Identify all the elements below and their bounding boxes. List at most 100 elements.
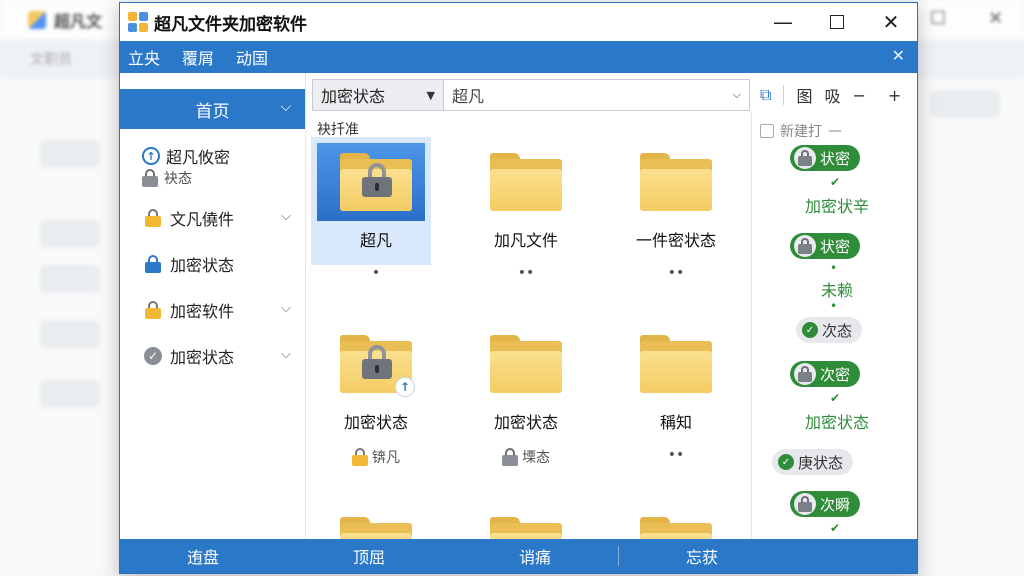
sidebar-item-label: 文凡僥件 (170, 210, 235, 229)
zoom-out-icon[interactable]: − (852, 86, 865, 105)
status-pill-5[interactable]: 次瞬 (790, 491, 861, 517)
sidebar-item-label: 加密状态 (170, 348, 235, 367)
folder-icon (490, 335, 562, 393)
dash-icon: — (828, 123, 842, 139)
toolbar-icon-0[interactable]: 图 (796, 83, 812, 107)
maximize-button[interactable] (811, 3, 863, 41)
background-menu-label: 文职员 (30, 52, 72, 68)
sidebar-item-home[interactable]: 首页 ⌵ (120, 89, 305, 129)
status-pill-0[interactable]: 状密 (790, 145, 861, 171)
file-name: 加凡文件 (493, 231, 558, 250)
layout-icon[interactable]: ⧉ (760, 85, 771, 105)
file-tile-3[interactable]: ↑ 加密状态 锛凡 (317, 325, 435, 467)
titlebar: 超凡文件夹加密软件 — ✕ (120, 3, 917, 41)
folder-icon (340, 517, 412, 539)
file-tile-0[interactable]: 超凡 • (311, 137, 435, 281)
background-row (40, 140, 100, 168)
path-dropdown[interactable]: 超凡 ⌵ (444, 79, 750, 111)
files-section-label: 袂扦准 (317, 122, 359, 138)
status-pill-label: 状密 (820, 149, 851, 168)
caret-down-icon: ▼ (426, 88, 435, 102)
upload-circle-icon: ↑ (142, 147, 160, 165)
file-meta: •• (667, 265, 685, 281)
lock-icon (798, 366, 812, 382)
close-button[interactable]: ✕ (865, 3, 917, 41)
background-row (40, 220, 100, 248)
sidebar-item-3[interactable]: 加密软件 ⌵ (120, 287, 305, 333)
bottom-item-2[interactable]: 诮痛 (452, 544, 618, 568)
toolbar-icon-1[interactable]: 吸 (824, 83, 840, 107)
menu-item-1[interactable]: 覆屑 (182, 45, 214, 69)
file-name: 加密状态 (493, 413, 558, 432)
folder-icon (490, 517, 562, 539)
sidebar-item-label: 加密软件 (170, 302, 235, 321)
file-meta: 锛凡 (317, 447, 435, 467)
check-icon: ✔ (830, 521, 841, 535)
toolbar: 加密状态 ▼ 超凡 ⌵ ⧉ 图 吸 − + (312, 79, 917, 111)
file-tile-5[interactable]: 稱知 •• (609, 325, 743, 463)
background-maximize-icon: ☐ (930, 8, 947, 29)
dot-icon: • (830, 299, 838, 313)
lock-icon (142, 169, 158, 187)
menubar-close-icon[interactable]: ✕ (892, 46, 905, 65)
checkbox[interactable] (760, 124, 774, 138)
sidebar-item-2[interactable]: 加密状态 (120, 241, 305, 287)
file-grid: 袂扦准 超凡 • 加凡文件 •• 一件密状态 •• ↑ 加密状态 锛凡 加密状态… (307, 113, 750, 539)
chevron-down-icon: ⌵ (281, 347, 291, 362)
sidebar-home-label: 首页 (195, 101, 230, 122)
file-tile-2[interactable]: 一件密状态 •• (609, 143, 743, 281)
file-tile-6[interactable] (317, 507, 435, 539)
file-name: 稱知 (659, 413, 692, 432)
state-dropdown[interactable]: 加密状态 ▼ (312, 79, 444, 111)
file-tile-7[interactable] (467, 507, 585, 539)
sidebar-item-0[interactable]: ↑ 超凡攸密 袂态 (120, 137, 305, 195)
folder-icon (490, 153, 562, 211)
zoom-in-icon[interactable]: + (888, 86, 901, 105)
status-panel: 新建打 — 状密 ✔ 加密状辛 状密 • 未赖 • ✓ 次态 次密 ✔ 加密状态… (751, 113, 917, 539)
file-tile-4[interactable]: 加密状态 塛态 (467, 325, 585, 467)
lock-icon (145, 255, 161, 273)
main-window: 超凡文件夹加密软件 — ✕ 立央 覆屑 动国 ✕ 首页 ⌵ ↑ 超凡攸密 袂态 … (119, 2, 918, 574)
sidebar-item-label: 超凡攸密 (166, 148, 231, 167)
chevron-down-icon: ⌵ (280, 99, 291, 115)
bottom-item-1[interactable]: 顶屈 (286, 544, 452, 568)
bottom-item-0[interactable]: 迶盘 (120, 544, 286, 568)
file-meta: • (371, 265, 381, 281)
bottom-bar: 迶盘 顶屈 诮痛 忘获 (120, 539, 917, 573)
menu-item-2[interactable]: 动国 (236, 45, 268, 69)
dot-icon: • (830, 261, 838, 275)
bottom-item-3[interactable]: 忘获 (619, 544, 785, 568)
check-circle-icon: ✓ (144, 347, 162, 365)
file-tile-8[interactable] (609, 507, 743, 539)
status-pill-label: 庚状态 (798, 453, 844, 472)
sidebar-item-1[interactable]: 文凡僥件 ⌵ (120, 195, 305, 241)
toolbar-icons: ⧉ 图 吸 − + (760, 83, 901, 107)
status-panel-header-text: 新建打 (780, 124, 822, 140)
upload-badge-icon: ↑ (395, 377, 415, 397)
lock-icon (798, 496, 812, 512)
status-pill-3[interactable]: 次密 (790, 361, 861, 387)
status-pill-label: 次态 (822, 321, 853, 340)
app-icon (128, 12, 148, 32)
lock-icon (798, 150, 812, 166)
menu-item-0[interactable]: 立央 (128, 45, 160, 69)
file-meta-text: 塛态 (522, 450, 550, 466)
status-pill-label: 状密 (820, 237, 851, 256)
file-meta: •• (667, 447, 685, 463)
state-dropdown-value: 加密状态 (321, 87, 386, 106)
sidebar-item-label: 加密状态 (170, 256, 235, 275)
status-pill-2[interactable]: ✓ 次态 (796, 317, 863, 343)
file-tile-1[interactable]: 加凡文件 •• (467, 143, 585, 281)
status-pill-label: 次瞬 (820, 495, 851, 514)
sidebar-item-4[interactable]: ✓ 加密状态 ⌵ (120, 333, 305, 379)
status-panel-header: 新建打 — (752, 113, 917, 141)
status-pill-1[interactable]: 状密 (790, 233, 861, 259)
check-circle-icon: ✓ (802, 322, 818, 338)
minimize-button[interactable]: — (757, 3, 809, 41)
lock-icon (145, 209, 161, 227)
folder-icon (640, 335, 712, 393)
background-title: 超凡文 (54, 12, 103, 31)
lock-icon (798, 238, 812, 254)
status-pill-4[interactable]: ✓ 庚状态 (772, 449, 854, 475)
file-name: 一件密状态 (635, 231, 716, 250)
